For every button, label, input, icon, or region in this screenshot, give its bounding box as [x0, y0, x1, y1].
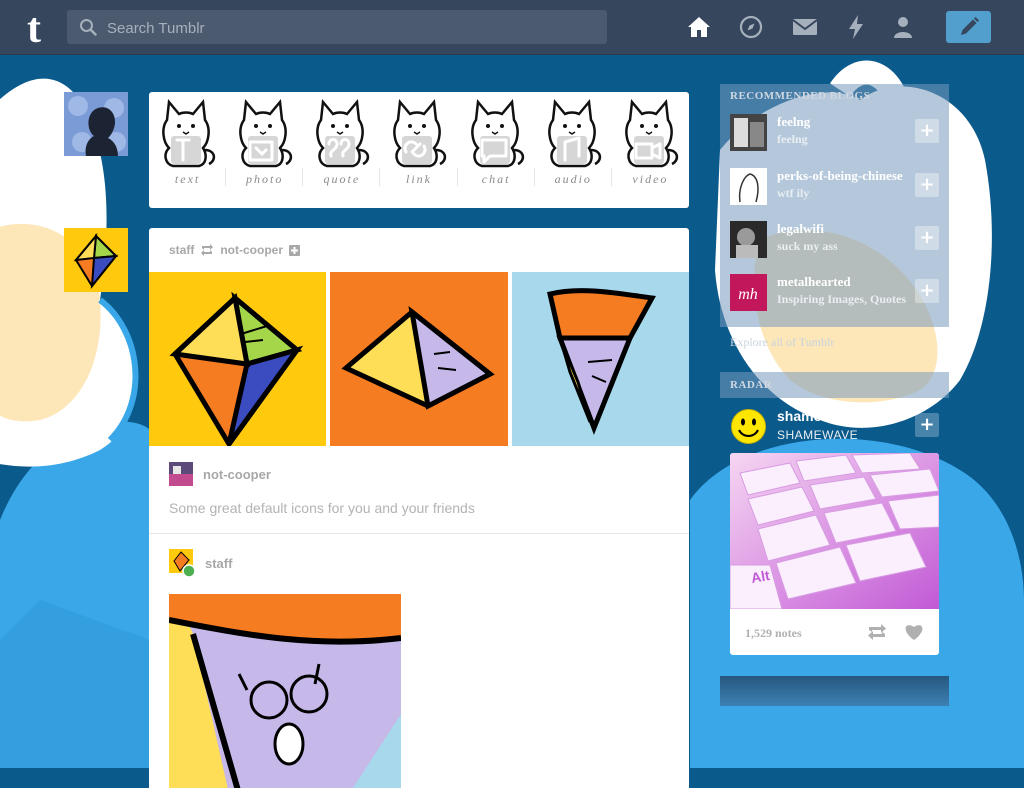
photoset	[149, 272, 689, 446]
blog-name: legalwifi	[777, 221, 824, 236]
radar-blog-title: SHAMEWAVE	[777, 428, 859, 442]
post-divider	[149, 533, 689, 534]
radar-blog-name: shamewave	[777, 408, 856, 424]
chat-cat-icon	[470, 98, 524, 168]
svg-text:mh: mh	[738, 286, 758, 303]
not-cooper-avatar[interactable]	[169, 462, 193, 486]
post-type-text[interactable]: text	[149, 92, 227, 208]
dashboard-post: staff not-cooper not-cooper Some great d…	[149, 228, 689, 788]
nav-home[interactable]	[684, 12, 714, 42]
link-cat-icon	[393, 98, 447, 168]
post-type-video[interactable]: video	[612, 92, 689, 208]
follow-button[interactable]: +	[915, 279, 939, 303]
follow-button[interactable]: +	[915, 173, 939, 197]
reblog-source-link[interactable]: not-cooper	[220, 243, 283, 257]
post-type-label: quote	[323, 172, 361, 186]
post-type-chat[interactable]: chat	[458, 92, 535, 208]
blog-title: Inspiring Images, Quotes	[777, 292, 907, 306]
reblog-source: not-cooper	[169, 462, 271, 486]
nav-explore[interactable]	[736, 12, 766, 42]
post-type-label: audio	[554, 172, 592, 186]
staff-avatar[interactable]	[64, 228, 128, 292]
post-type-label: chat	[481, 172, 511, 186]
post-type-label: photo	[246, 172, 284, 186]
post-type-photo[interactable]: photo	[226, 92, 304, 208]
notes-count[interactable]: 1,529 notes	[745, 626, 802, 641]
photoset-image-2[interactable]	[330, 272, 508, 446]
follow-button[interactable]: +	[915, 119, 939, 143]
metalhearted-avatar: mh	[730, 274, 767, 311]
account-icon	[894, 17, 912, 38]
top-navigation-bar: t	[0, 0, 1024, 55]
text-cat-icon	[162, 98, 216, 168]
nav-activity[interactable]	[841, 12, 871, 42]
audio-cat-icon	[547, 98, 601, 168]
smiley-avatar-icon	[731, 409, 766, 444]
tumblr-logo-icon[interactable]: t	[14, 6, 54, 48]
post-header: staff not-cooper	[169, 243, 301, 257]
post-type-label: link	[405, 172, 432, 186]
photo-cat-icon	[239, 98, 293, 168]
like-heart-icon[interactable]	[904, 623, 924, 641]
search-box[interactable]	[67, 10, 607, 46]
original-source: staff	[169, 549, 232, 577]
radar-title: RADAR	[730, 379, 773, 391]
nav-inbox[interactable]	[790, 12, 820, 42]
keyboard-photo[interactable]: Alt	[730, 453, 939, 609]
radar-panel: RADAR	[720, 372, 949, 398]
recommended-title: RECOMMENDED BLOGS	[730, 90, 871, 102]
sidebar-footer-shade	[720, 676, 949, 706]
logo-letter: t	[27, 6, 41, 48]
blog-name: feelng	[777, 114, 811, 129]
lightning-icon	[849, 15, 863, 39]
quote-cat-icon	[316, 98, 370, 168]
photoset-image-3[interactable]	[512, 272, 689, 446]
search-input[interactable]	[105, 10, 599, 46]
reblog-source-name[interactable]: not-cooper	[203, 467, 271, 482]
compose-button[interactable]	[946, 11, 991, 43]
staff-small-avatar[interactable]	[169, 549, 195, 577]
recommended-blog-item[interactable]: legalwifi suck my ass +	[730, 217, 940, 261]
blog-title: feelng	[777, 132, 808, 146]
post-type-label: video	[632, 172, 669, 186]
post-caption: Some great default icons for you and you…	[169, 500, 475, 516]
original-source-name[interactable]: staff	[205, 556, 232, 571]
blog-title: suck my ass	[777, 239, 838, 253]
blog-title: wtf ily	[777, 186, 810, 200]
legalwifi-avatar	[730, 221, 767, 258]
radar-blog[interactable]: shamewave SHAMEWAVE +	[730, 404, 939, 448]
recommended-blog-item[interactable]: perks-of-being-chinese wtf ily +	[730, 164, 940, 208]
recommended-blog-item[interactable]: mh metalhearted Inspiring Images, Quotes…	[730, 270, 940, 314]
nav-account[interactable]	[888, 12, 918, 42]
key-label: Alt	[750, 567, 771, 586]
post-type-label: text	[174, 172, 201, 186]
post-composer: text photo quote link chat audio video	[149, 92, 689, 208]
reblog-button-icon[interactable]	[866, 623, 888, 641]
post-image[interactable]	[169, 594, 401, 788]
photoset-image-1[interactable]	[149, 272, 326, 446]
post-type-link[interactable]: link	[380, 92, 458, 208]
post-author-link[interactable]: staff	[169, 243, 194, 257]
radar-follow-button[interactable]: +	[915, 413, 939, 437]
perks-of-being-chinese-avatar	[730, 168, 767, 205]
post-type-quote[interactable]: quote	[303, 92, 381, 208]
home-icon	[688, 17, 710, 37]
recommended-blogs-panel: RECOMMENDED BLOGS feelng feelng + perks-…	[720, 84, 949, 327]
recommended-blog-item[interactable]: feelng feelng +	[730, 110, 940, 154]
feelng-avatar	[730, 114, 767, 151]
pencil-icon	[960, 17, 979, 35]
user-avatar[interactable]	[64, 92, 128, 156]
radar-post: Alt 1,529 notes	[730, 453, 939, 655]
search-icon	[80, 19, 97, 36]
explore-link[interactable]: Explore all of Tumblr	[730, 335, 834, 350]
follow-button[interactable]: +	[915, 226, 939, 250]
post-type-audio[interactable]: audio	[535, 92, 612, 208]
reblog-icon	[201, 244, 214, 256]
compass-icon	[739, 15, 763, 39]
blog-name: perks-of-being-chinese	[777, 168, 903, 183]
follow-plus-icon[interactable]	[289, 244, 301, 256]
video-cat-icon	[625, 98, 678, 168]
mail-icon	[792, 19, 818, 35]
blog-name: metalhearted	[777, 274, 851, 289]
